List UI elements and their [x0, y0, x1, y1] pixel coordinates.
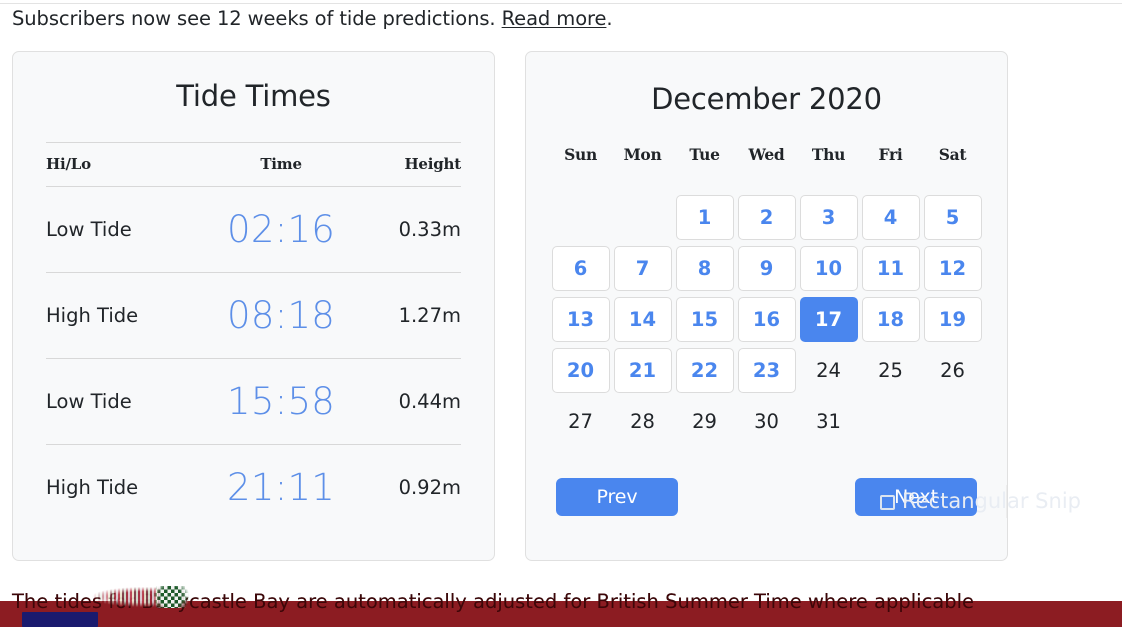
next-month-button[interactable]: Next	[855, 478, 977, 516]
column-header-hilo: Hi/Lo	[46, 142, 187, 187]
weekday-label-wed: Wed	[748, 144, 785, 164]
calendar-weekday-header: Sun Mon Tue Wed Thu Fri Sat	[550, 137, 984, 171]
tide-height-cell: 0.92m	[398, 476, 461, 500]
top-divider	[0, 3, 1122, 4]
calendar-day-8[interactable]: 8	[675, 246, 734, 291]
calendar-day-13[interactable]: 13	[551, 297, 610, 342]
weekday-label-fri: Fri	[878, 144, 903, 164]
cards-row: Tide Times Hi/Lo Time Height Low Tide 02:…	[12, 51, 1110, 561]
table-row: High Tide 08:18 1.27m	[46, 272, 461, 359]
tide-time-cell: 21:11	[227, 466, 336, 510]
weekday-label-thu: Thu	[811, 144, 846, 164]
column-header-time: Time	[186, 142, 366, 187]
tide-time-cell: 08:18	[186, 272, 366, 359]
calendar-day-20[interactable]: 20	[551, 348, 610, 393]
prev-month-button[interactable]: Prev	[556, 478, 678, 516]
calendar-day-6[interactable]: 6	[551, 246, 610, 291]
tide-time-cell: 02:16	[186, 186, 366, 273]
table-row: High Tide 21:11 0.92m	[46, 445, 461, 531]
calendar-day-15[interactable]: 15	[675, 297, 734, 342]
calendar-day-5[interactable]: 5	[923, 195, 982, 240]
read-more-link[interactable]: Read more	[502, 7, 607, 30]
calendar-day-31: 31	[816, 410, 841, 433]
tide-height-cell: 1.27m	[365, 272, 461, 359]
tide-time-cell: 15:58	[186, 358, 366, 445]
calendar-day-4[interactable]: 4	[861, 195, 920, 240]
calendar-day-21[interactable]: 21	[613, 348, 672, 393]
calendar-day-29: 29	[692, 410, 717, 433]
tide-times-table: Hi/Lo Time Height Low Tide 02:16 0.33m High…	[46, 142, 461, 531]
calendar-day-23[interactable]: 23	[737, 348, 796, 393]
calendar-blank-cell	[552, 195, 610, 240]
calendar-day-30: 30	[754, 410, 779, 433]
tide-type-cell: Low Tide	[46, 358, 187, 445]
tide-table-body: Low Tide 02:16 0.33m High Tide 08:18 1.27m Low…	[46, 186, 461, 531]
calendar-day-3[interactable]: 3	[799, 195, 858, 240]
snip-overlay-divider	[1006, 485, 1007, 518]
tide-height-cell: 0.33m	[365, 186, 461, 273]
weekday-label-sat: Sat	[938, 144, 967, 164]
tide-type-cell: High Tide	[46, 476, 139, 500]
subscriber-announcement: Subscribers now see 12 weeks of tide pre…	[12, 6, 613, 32]
calendar-navigation: Prev Next	[544, 478, 989, 516]
calendar-day-grid: 1 2 3 4 5 6 7 8 9 10 11 12 13 14 15 16 17 18 19 20 21 22 23 24 2…	[550, 192, 984, 447]
calendar-day-1[interactable]: 1	[675, 195, 734, 240]
tide-type-cell: Low Tide	[46, 186, 187, 273]
announcement-text-before: Subscribers now see 12 weeks of tide pre…	[12, 7, 502, 30]
tide-type-cell: High Tide	[46, 272, 187, 359]
calendar-card: December 2020 Sun Mon Tue Wed Thu Fri Sat 1234…	[525, 51, 1008, 561]
tide-table-head: Hi/Lo Time Height	[46, 142, 461, 187]
calendar-day-24: 24	[816, 359, 841, 382]
tide-times-title: Tide Times	[176, 79, 331, 113]
calendar-month-title: December 2020	[651, 82, 882, 116]
calendar-day-7[interactable]: 7	[613, 246, 672, 291]
weekday-label-mon: Mon	[623, 144, 662, 164]
calendar-day-10[interactable]: 10	[799, 246, 858, 291]
calendar-day-17[interactable]: 17	[799, 297, 858, 342]
calendar-day-25: 25	[878, 359, 903, 382]
calendar-day-22[interactable]: 22	[675, 348, 734, 393]
tide-table-header-row: Hi/Lo Time Height	[46, 142, 461, 187]
weekday-label-tue: Tue	[689, 144, 720, 164]
calendar-day-12[interactable]: 12	[923, 246, 982, 291]
table-row: Low Tide 02:16 0.33m	[46, 186, 461, 273]
calendar-day-19[interactable]: 19	[923, 297, 982, 342]
table-row: Low Tide 15:58 0.44m	[46, 358, 461, 445]
calendar-day-9[interactable]: 9	[737, 246, 796, 291]
checker-noise-artifact	[150, 586, 192, 608]
announcement-text-after: .	[606, 7, 613, 30]
calendar-day-11[interactable]: 11	[861, 246, 920, 291]
weekday-label-sun: Sun	[564, 144, 597, 164]
tide-height-cell: 0.44m	[365, 358, 461, 445]
navy-artifact-chip	[22, 612, 98, 627]
calendar-day-14[interactable]: 14	[613, 297, 672, 342]
calendar-day-26: 26	[940, 359, 965, 382]
calendar-day-28: 28	[630, 410, 655, 433]
calendar-blank-cell	[614, 195, 672, 240]
calendar-day-16[interactable]: 16	[737, 297, 796, 342]
calendar-day-18[interactable]: 18	[861, 297, 920, 342]
tide-times-card: Tide Times Hi/Lo Time Height Low Tide 02:…	[12, 51, 495, 561]
column-header-height: Height	[365, 142, 461, 187]
calendar-day-2[interactable]: 2	[737, 195, 796, 240]
calendar-day-27: 27	[568, 410, 593, 433]
